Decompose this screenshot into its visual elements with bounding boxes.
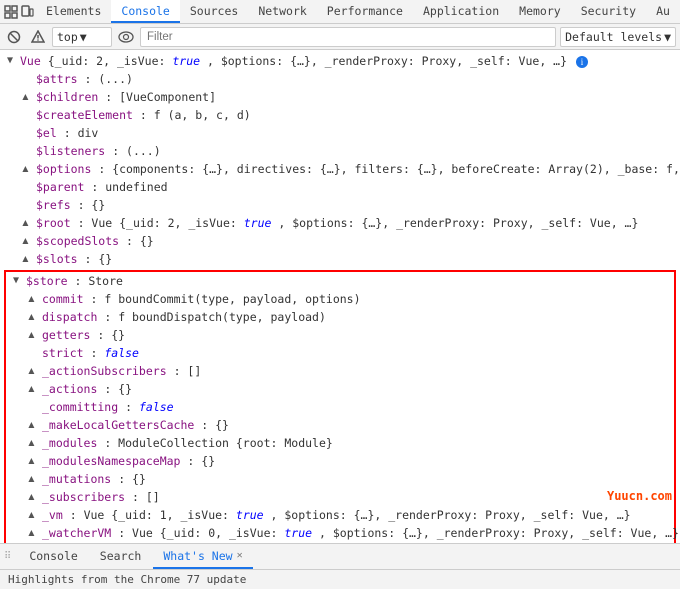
expand-arrow[interactable]: ▶ (18, 253, 34, 265)
options-line[interactable]: ▶ $options : {components: {…}, directive… (0, 160, 680, 178)
tab-performance[interactable]: Performance (317, 0, 413, 23)
clear-console-icon[interactable] (4, 27, 24, 47)
tab-console[interactable]: Console (111, 0, 179, 23)
expand-arrow[interactable]: ▶ (24, 365, 40, 377)
expand-arrow[interactable]: ▶ (24, 383, 40, 395)
levels-dropdown-arrow: ▼ (664, 30, 671, 44)
expand-arrow[interactable]: ▶ (24, 491, 40, 503)
levels-label: Default levels (565, 30, 662, 44)
bottom-tab-whats-new-label: What's New (163, 549, 232, 563)
modulesnamespacemap-line[interactable]: ▶ _modulesNamespaceMap : {} (6, 452, 674, 470)
modules-line[interactable]: ▶ _modules : ModuleCollection {root: Mod… (6, 434, 674, 452)
bottom-status-bar: Highlights from the Chrome 77 update (0, 569, 680, 589)
expand-arrow[interactable]: ▶ (24, 311, 40, 323)
bottom-tab-console[interactable]: Console (19, 544, 87, 569)
expand-arrow[interactable]: ▶ (18, 235, 34, 247)
filter-input[interactable] (140, 27, 556, 47)
bottom-tabs-bar: ⠿ Console Search What's New ✕ (0, 543, 680, 569)
expand-arrow[interactable]: ▶ (24, 329, 40, 341)
el-line[interactable]: $el : div (0, 124, 680, 142)
expand-arrow[interactable]: ▶ (18, 217, 34, 229)
subscribers-line[interactable]: ▶ _subscribers : [] (6, 488, 674, 506)
scopedslots-line[interactable]: ▶ $scopedSlots : {} (0, 232, 680, 250)
stop-on-exception-icon[interactable] (28, 27, 48, 47)
bottom-tab-search[interactable]: Search (90, 544, 152, 569)
show-eye-icon[interactable] (116, 27, 136, 47)
expand-arrow[interactable]: ▶ (24, 455, 40, 467)
expand-arrow[interactable]: ▶ (24, 437, 40, 449)
attrs-line[interactable]: $attrs : (...) (0, 70, 680, 88)
vue-root-line[interactable]: ▼ Vue {_uid: 2, _isVue: true , $options:… (0, 52, 680, 70)
console-toolbar: top ▼ Default levels ▼ (0, 24, 680, 50)
tab-elements[interactable]: Elements (36, 0, 111, 23)
dispatch-line[interactable]: ▶ dispatch : f boundDispatch(type, paylo… (6, 308, 674, 326)
store-section: ▼ $store : Store ▶ commit : f boundCommi… (4, 270, 676, 543)
children-line[interactable]: ▶ $children : [VueComponent] (0, 88, 680, 106)
tab-memory[interactable]: Memory (509, 0, 571, 23)
wrappedgetters-line[interactable]: ▶ _wrappedGetters : {} (6, 542, 674, 543)
getters-line[interactable]: ▶ getters : {} (6, 326, 674, 344)
watermark: Yuucn.com (607, 489, 672, 503)
context-label: top (57, 30, 78, 44)
tab-network[interactable]: Network (248, 0, 316, 23)
tab-au[interactable]: Au (646, 0, 680, 23)
actions-line[interactable]: ▶ _actions : {} (6, 380, 674, 398)
expand-arrow[interactable]: ▶ (24, 293, 40, 305)
tab-security[interactable]: Security (571, 0, 646, 23)
drag-handle: ⠿ (4, 551, 11, 562)
tab-application[interactable]: Application (413, 0, 509, 23)
slots-line[interactable]: ▶ $slots : {} (0, 250, 680, 268)
context-dropdown-arrow: ▼ (80, 30, 87, 44)
strict-line[interactable]: strict : false (6, 344, 674, 362)
inspect-icon[interactable] (4, 2, 18, 22)
expand-arrow[interactable]: ▶ (24, 473, 40, 485)
vm-line[interactable]: ▶ _vm : Vue {_uid: 1, _isVue: true , $op… (6, 506, 674, 524)
bottom-tab-console-label: Console (29, 549, 77, 563)
expand-arrow[interactable]: ▶ (24, 419, 40, 431)
bottom-tab-search-label: Search (100, 549, 142, 563)
store-root-line[interactable]: ▼ $store : Store (6, 272, 674, 290)
refs-line[interactable]: $refs : {} (0, 196, 680, 214)
watchervm-line[interactable]: ▶ _watcherVM : Vue {_uid: 0, _isVue: tru… (6, 524, 674, 542)
createelement-line[interactable]: $createElement : f (a, b, c, d) (0, 106, 680, 124)
console-output: ▼ Vue {_uid: 2, _isVue: true , $options:… (0, 50, 680, 543)
tab-sources[interactable]: Sources (180, 0, 248, 23)
log-levels-selector[interactable]: Default levels ▼ (560, 27, 676, 47)
expand-arrow[interactable]: ▼ (10, 273, 22, 289)
parent-line[interactable]: $parent : undefined (0, 178, 680, 196)
context-selector[interactable]: top ▼ (52, 27, 112, 47)
bottom-tab-whats-new[interactable]: What's New ✕ (153, 544, 252, 569)
expand-arrow[interactable]: ▶ (18, 163, 34, 175)
mutations-line[interactable]: ▶ _mutations : {} (6, 470, 674, 488)
expand-arrow[interactable]: ▶ (24, 527, 40, 539)
expand-arrow[interactable]: ▶ (24, 509, 40, 521)
main-content-area: ▼ Vue {_uid: 2, _isVue: true , $options:… (0, 50, 680, 543)
committing-line[interactable]: _committing : false (6, 398, 674, 416)
close-whats-new-icon[interactable]: ✕ (237, 550, 243, 561)
actionsubscribers-line[interactable]: ▶ _actionSubscribers : [] (6, 362, 674, 380)
devtools-tabs-bar: Elements Console Sources Network Perform… (0, 0, 680, 24)
expand-arrow[interactable]: ▼ (4, 53, 16, 69)
device-toggle-icon[interactable] (20, 2, 34, 22)
makelocalgettercache-line[interactable]: ▶ _makeLocalGettersCache : {} (6, 416, 674, 434)
info-icon[interactable]: i (576, 56, 588, 68)
expand-arrow[interactable]: ▶ (18, 91, 34, 103)
bottom-status-text: Highlights from the Chrome 77 update (8, 573, 246, 586)
listeners-line[interactable]: $listeners : (...) (0, 142, 680, 160)
root-line[interactable]: ▶ $root : Vue {_uid: 2, _isVue: true , $… (0, 214, 680, 232)
commit-line[interactable]: ▶ commit : f boundCommit(type, payload, … (6, 290, 674, 308)
